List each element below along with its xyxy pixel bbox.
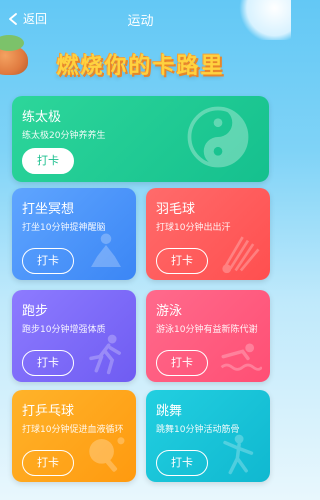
swimming-icon [220,343,262,371]
checkin-button-dancing[interactable]: 打卡 [156,450,208,476]
card-taiji: 练太极 练太极20分钟养养生 打卡 [12,96,269,182]
back-button[interactable]: 返回 [8,10,47,27]
checkin-button-meditation[interactable]: 打卡 [22,248,74,274]
checkin-button-swimming[interactable]: 打卡 [156,350,208,376]
card-title: 练太极 [22,110,62,125]
shuttlecock-icon [222,236,260,274]
running-icon [89,334,121,375]
card-description: 练太极20分钟养养生 [22,131,106,141]
checkin-button-ping-pong[interactable]: 打卡 [22,450,74,476]
card-title: 打乒乓球 [22,404,75,419]
taiji-icon [187,106,249,168]
card-title: 游泳 [156,304,183,319]
dancing-icon [223,434,254,475]
header-bar: 返回 运动 [0,0,281,38]
card-title: 羽毛球 [156,202,196,217]
checkin-button-taiji[interactable]: 打卡 [22,148,74,174]
chevron-left-icon [9,12,17,25]
checkin-button-badminton[interactable]: 打卡 [156,248,208,274]
card-ping-pong: 打乒乓球 打球10分钟促进血液循环 打卡 [12,390,136,482]
card-title: 跑步 [22,304,49,319]
card-dancing: 跳舞 跳舞10分钟活动筋骨 打卡 [146,390,270,482]
card-swimming: 游泳 游泳10分钟有益新陈代谢 打卡 [146,290,270,382]
checkin-button-running[interactable]: 打卡 [22,350,74,376]
card-badminton: 羽毛球 打球10分钟出出汗 打卡 [146,188,270,280]
card-title: 打坐冥想 [22,202,75,217]
card-meditation: 打坐冥想 打坐10分钟提神醒脑 打卡 [12,188,136,280]
back-label: 返回 [23,12,48,26]
card-title: 跳舞 [156,404,183,419]
ping-pong-icon [89,437,125,472]
card-running: 跑步 跑步10分钟增强体质 打卡 [12,290,136,382]
meditation-icon [91,233,121,267]
page-title: 运动 [127,13,154,29]
banner-title: 燃烧你的卡路里 [56,54,225,79]
